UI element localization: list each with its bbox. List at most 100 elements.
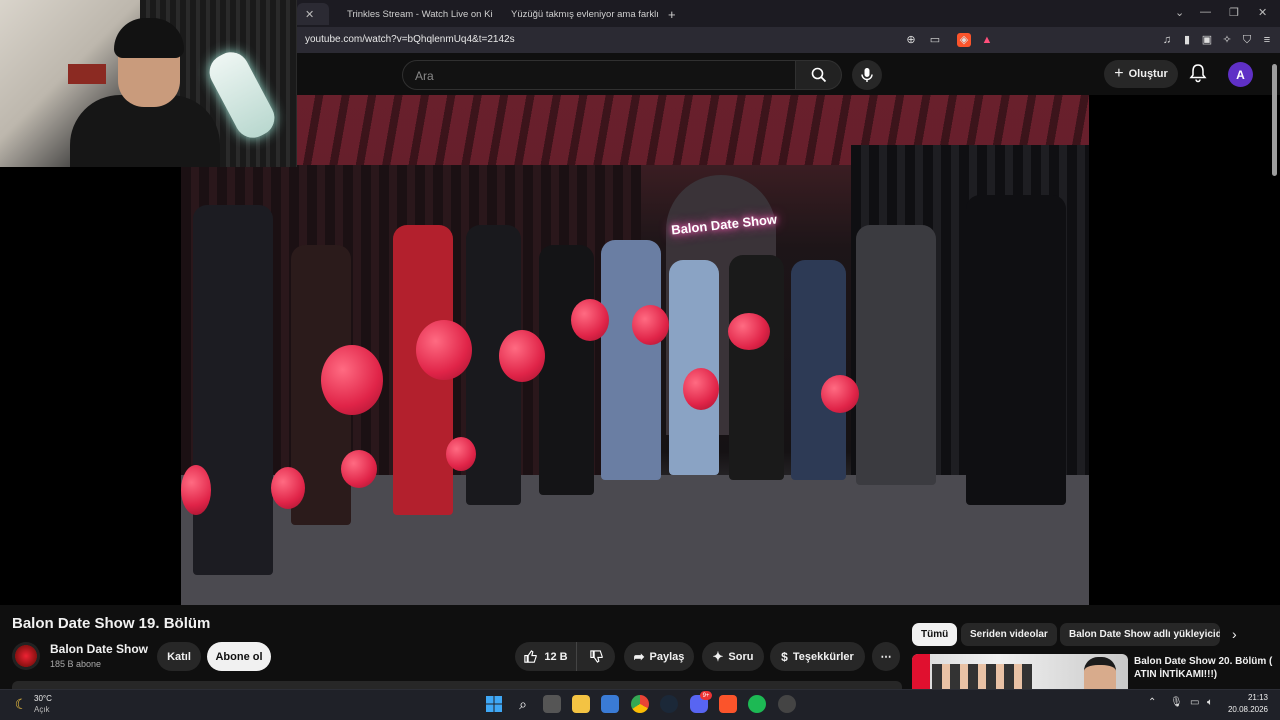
voice-search-button[interactable] [852, 60, 882, 90]
video-balloon [341, 450, 377, 488]
leo-ai-icon[interactable]: ✧ [1220, 33, 1234, 47]
search-icon [811, 67, 826, 83]
store-icon[interactable] [601, 695, 619, 713]
chip-all[interactable]: Tümü [912, 623, 958, 646]
plus-icon: + [1114, 65, 1124, 82]
maximize-icon[interactable]: ❐ [1229, 6, 1239, 19]
video-player[interactable]: Balon Date Show [181, 95, 1089, 605]
clock-date[interactable]: 20.08.2026 [1226, 705, 1268, 714]
recommended-title[interactable]: Balon Date Show 20. Bölüm ( ATIN İNTİKAM… [1134, 655, 1274, 681]
search-placeholder: Ara [415, 69, 434, 83]
video-balloon [271, 467, 305, 509]
subscribe-button[interactable]: Abone ol [207, 642, 271, 671]
share-button[interactable]: ➦ Paylaş [624, 642, 694, 671]
minimize-icon[interactable]: — [1200, 6, 1211, 18]
video-letterbox-left [0, 167, 181, 605]
super-thanks-icon: $ [781, 649, 788, 664]
tray-chevron-icon[interactable]: ⌃ [1148, 697, 1156, 708]
search-button[interactable] [796, 60, 842, 90]
app-icon[interactable] [778, 695, 796, 713]
clock-time[interactable]: 21:13 [1246, 693, 1268, 702]
video-balloon [821, 375, 859, 413]
ask-button[interactable]: ✦ Soru [702, 642, 764, 671]
zoom-icon[interactable]: ⊕ [904, 33, 918, 47]
webcam-overlay [0, 0, 297, 167]
like-count: 12 B [544, 650, 568, 663]
weather-temp: 30°C [34, 694, 52, 703]
wallet-icon[interactable]: ▣ [1200, 33, 1214, 47]
file-explorer-icon[interactable] [572, 695, 590, 713]
video-person [601, 240, 661, 480]
menu-icon[interactable]: ≡ [1260, 33, 1274, 47]
thumbnail-red-accent [912, 654, 930, 690]
scrollbar-thumb[interactable] [1272, 64, 1277, 176]
channel-avatar[interactable] [12, 642, 40, 670]
cast-icon[interactable]: ▭ [928, 33, 942, 47]
task-view-icon[interactable] [543, 695, 561, 713]
video-person [856, 225, 936, 485]
microphone-icon [861, 68, 873, 82]
channel-name[interactable]: Balon Date Show [50, 642, 148, 656]
steam-icon[interactable] [660, 695, 678, 713]
video-balloon [446, 437, 476, 471]
sparkle-icon: ✦ [712, 648, 724, 664]
thumbnail-face [1084, 657, 1116, 690]
video-balloon [728, 313, 770, 350]
video-balloon [683, 368, 719, 410]
video-person [539, 245, 594, 495]
video-person [193, 205, 273, 575]
more-actions-button[interactable]: ⋯ [872, 642, 900, 671]
video-balloon [632, 305, 669, 345]
new-tab-button[interactable]: + [660, 3, 680, 25]
url-field[interactable]: youtube.com/watch?v=bQhqlenmUq4&t=2142s [305, 34, 515, 45]
weather-moon-icon[interactable]: ☾ [12, 695, 30, 713]
thanks-label: Teşekkürler [792, 650, 854, 663]
notification-badge: 9+ [700, 691, 712, 700]
webcam-box [68, 64, 106, 84]
search-taskbar-icon[interactable]: ⌕ [514, 695, 532, 713]
sidebar-icon[interactable]: ▮ [1180, 33, 1194, 47]
video-person [669, 260, 719, 475]
dislike-button[interactable] [577, 642, 615, 671]
tray-volume-icon[interactable]: 🔈︎ [1207, 697, 1213, 708]
tab-label: Yüzüğü takmış evleniyor ama farklı v [511, 8, 659, 20]
video-balloon [181, 465, 211, 515]
video-balloon [499, 330, 545, 382]
tab-list-icon[interactable]: ⌄ [1175, 6, 1184, 19]
search-input[interactable]: Ara [402, 60, 796, 90]
recommended-thumbnail[interactable] [912, 654, 1128, 690]
create-button[interactable]: + Oluştur [1104, 60, 1178, 88]
video-letterbox-right [1089, 95, 1280, 605]
description-box[interactable] [12, 681, 902, 689]
share-label: Paylaş [649, 650, 685, 663]
subscriber-count: 185 B abone [50, 659, 102, 669]
video-balloon [571, 299, 609, 341]
like-button[interactable]: 12 B [515, 642, 577, 671]
thanks-button[interactable]: $ Teşekkürler [770, 642, 865, 671]
brave-shield-icon[interactable]: ◈ [957, 33, 971, 47]
notifications-button[interactable] [1188, 63, 1208, 83]
tab-current[interactable]: ✕ [297, 3, 329, 25]
brave-icon[interactable] [719, 695, 737, 713]
bell-icon [1189, 64, 1207, 83]
chip-uploader[interactable]: Balon Date Show adlı yükleyiciden [1060, 623, 1220, 646]
chip-series[interactable]: Seriden videolar [961, 623, 1057, 646]
tab-youtube[interactable]: Yüzüğü takmış evleniyor ama farklı v [497, 3, 659, 25]
account-avatar[interactable]: A [1228, 62, 1253, 87]
vpn-icon[interactable]: ⛉ [1240, 33, 1254, 47]
video-title: Balon Date Show 19. Bölüm [12, 615, 211, 632]
thumbnail-people [932, 664, 1032, 690]
tray-network-icon[interactable]: ▭ [1190, 697, 1199, 708]
join-button[interactable]: Katıl [157, 642, 201, 671]
music-icon[interactable]: ♫ [1160, 33, 1174, 47]
create-label: Oluştur [1128, 68, 1168, 80]
tray-microphone-icon[interactable]: 🎙︎ [1170, 697, 1183, 708]
close-tab-icon[interactable]: ✕ [305, 8, 314, 21]
tab-kick[interactable]: Trinkles Stream - Watch Live on Kick [333, 3, 493, 25]
chevron-right-icon[interactable]: › [1232, 626, 1237, 642]
start-icon[interactable] [485, 695, 503, 713]
close-window-icon[interactable]: ✕ [1258, 6, 1267, 19]
chrome-icon[interactable] [631, 695, 649, 713]
brave-rewards-icon[interactable]: ▲ [980, 33, 994, 47]
spotify-icon[interactable] [748, 695, 766, 713]
